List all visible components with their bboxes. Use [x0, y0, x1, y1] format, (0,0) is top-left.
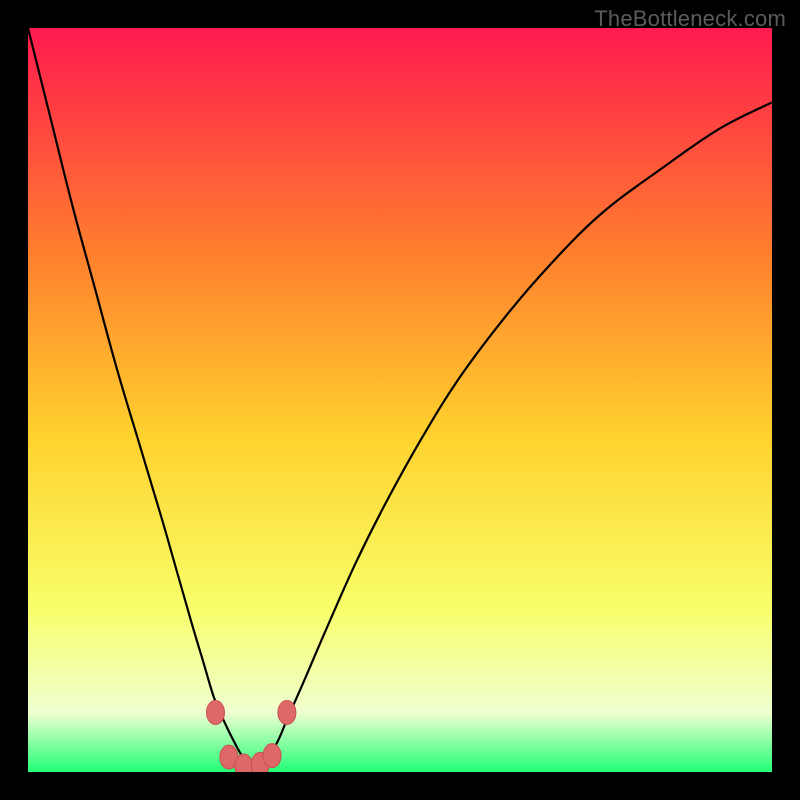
plot-area [28, 28, 772, 772]
curve-marker [278, 700, 296, 724]
curve-marker [235, 754, 253, 772]
bottleneck-chart [28, 28, 772, 772]
curve-marker [206, 700, 224, 724]
chart-frame: TheBottleneck.com [0, 0, 800, 800]
gradient-background [28, 28, 772, 772]
watermark-text: TheBottleneck.com [594, 6, 786, 32]
curve-marker [263, 744, 281, 768]
